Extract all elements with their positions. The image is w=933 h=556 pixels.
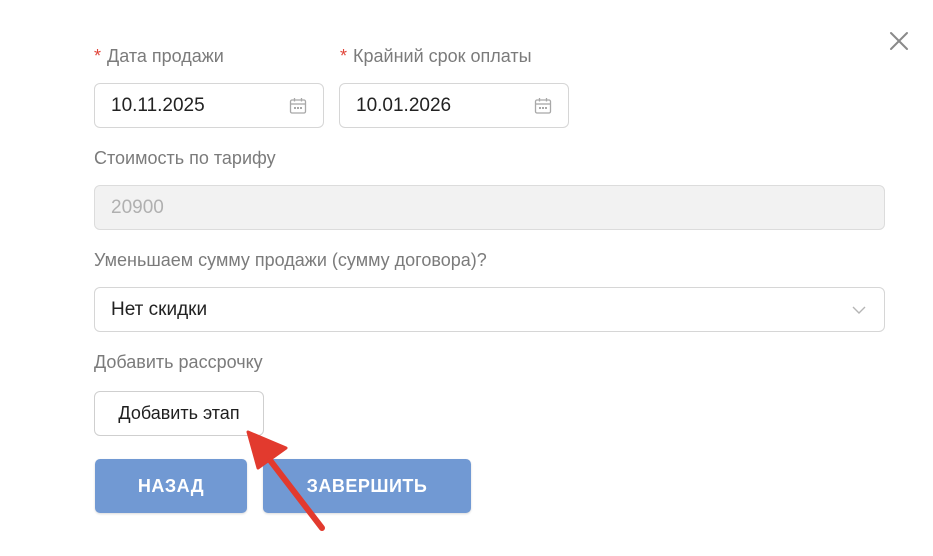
chevron-down-icon xyxy=(852,306,866,314)
sale-date-value: 10.11.2025 xyxy=(111,94,205,116)
discount-select[interactable]: Нет скидки xyxy=(94,287,885,332)
sale-date-label: * Дата продажи xyxy=(94,46,224,66)
discount-value: Нет скидки xyxy=(111,298,208,320)
payment-deadline-label: * Крайний срок оплаты xyxy=(340,46,532,66)
discount-label: Уменьшаем сумму продажи (сумму договора)… xyxy=(94,250,487,270)
payment-deadline-value: 10.01.2026 xyxy=(356,94,452,116)
required-mark: * xyxy=(94,46,102,66)
sale-modal: * Дата продажи 10.11.2025 * Крайний срок о… xyxy=(0,0,933,556)
required-mark: * xyxy=(340,46,348,66)
calendar-icon[interactable] xyxy=(534,97,552,115)
sale-date-field[interactable]: 10.11.2025 xyxy=(94,83,324,128)
add-stage-button[interactable]: Добавить этап xyxy=(94,391,264,436)
close-button[interactable] xyxy=(888,30,910,52)
payment-deadline-field[interactable]: 10.01.2026 xyxy=(339,83,569,128)
finish-button[interactable]: ЗАВЕРШИТЬ xyxy=(263,459,471,513)
installment-label: Добавить рассрочку xyxy=(94,352,263,372)
tariff-cost-label: Стоимость по тарифу xyxy=(94,148,276,168)
back-button[interactable]: НАЗАД xyxy=(95,459,247,513)
close-icon xyxy=(890,32,908,50)
tariff-cost-field: 20900 xyxy=(94,185,885,230)
calendar-icon[interactable] xyxy=(289,97,307,115)
tariff-cost-value: 20900 xyxy=(111,196,164,218)
